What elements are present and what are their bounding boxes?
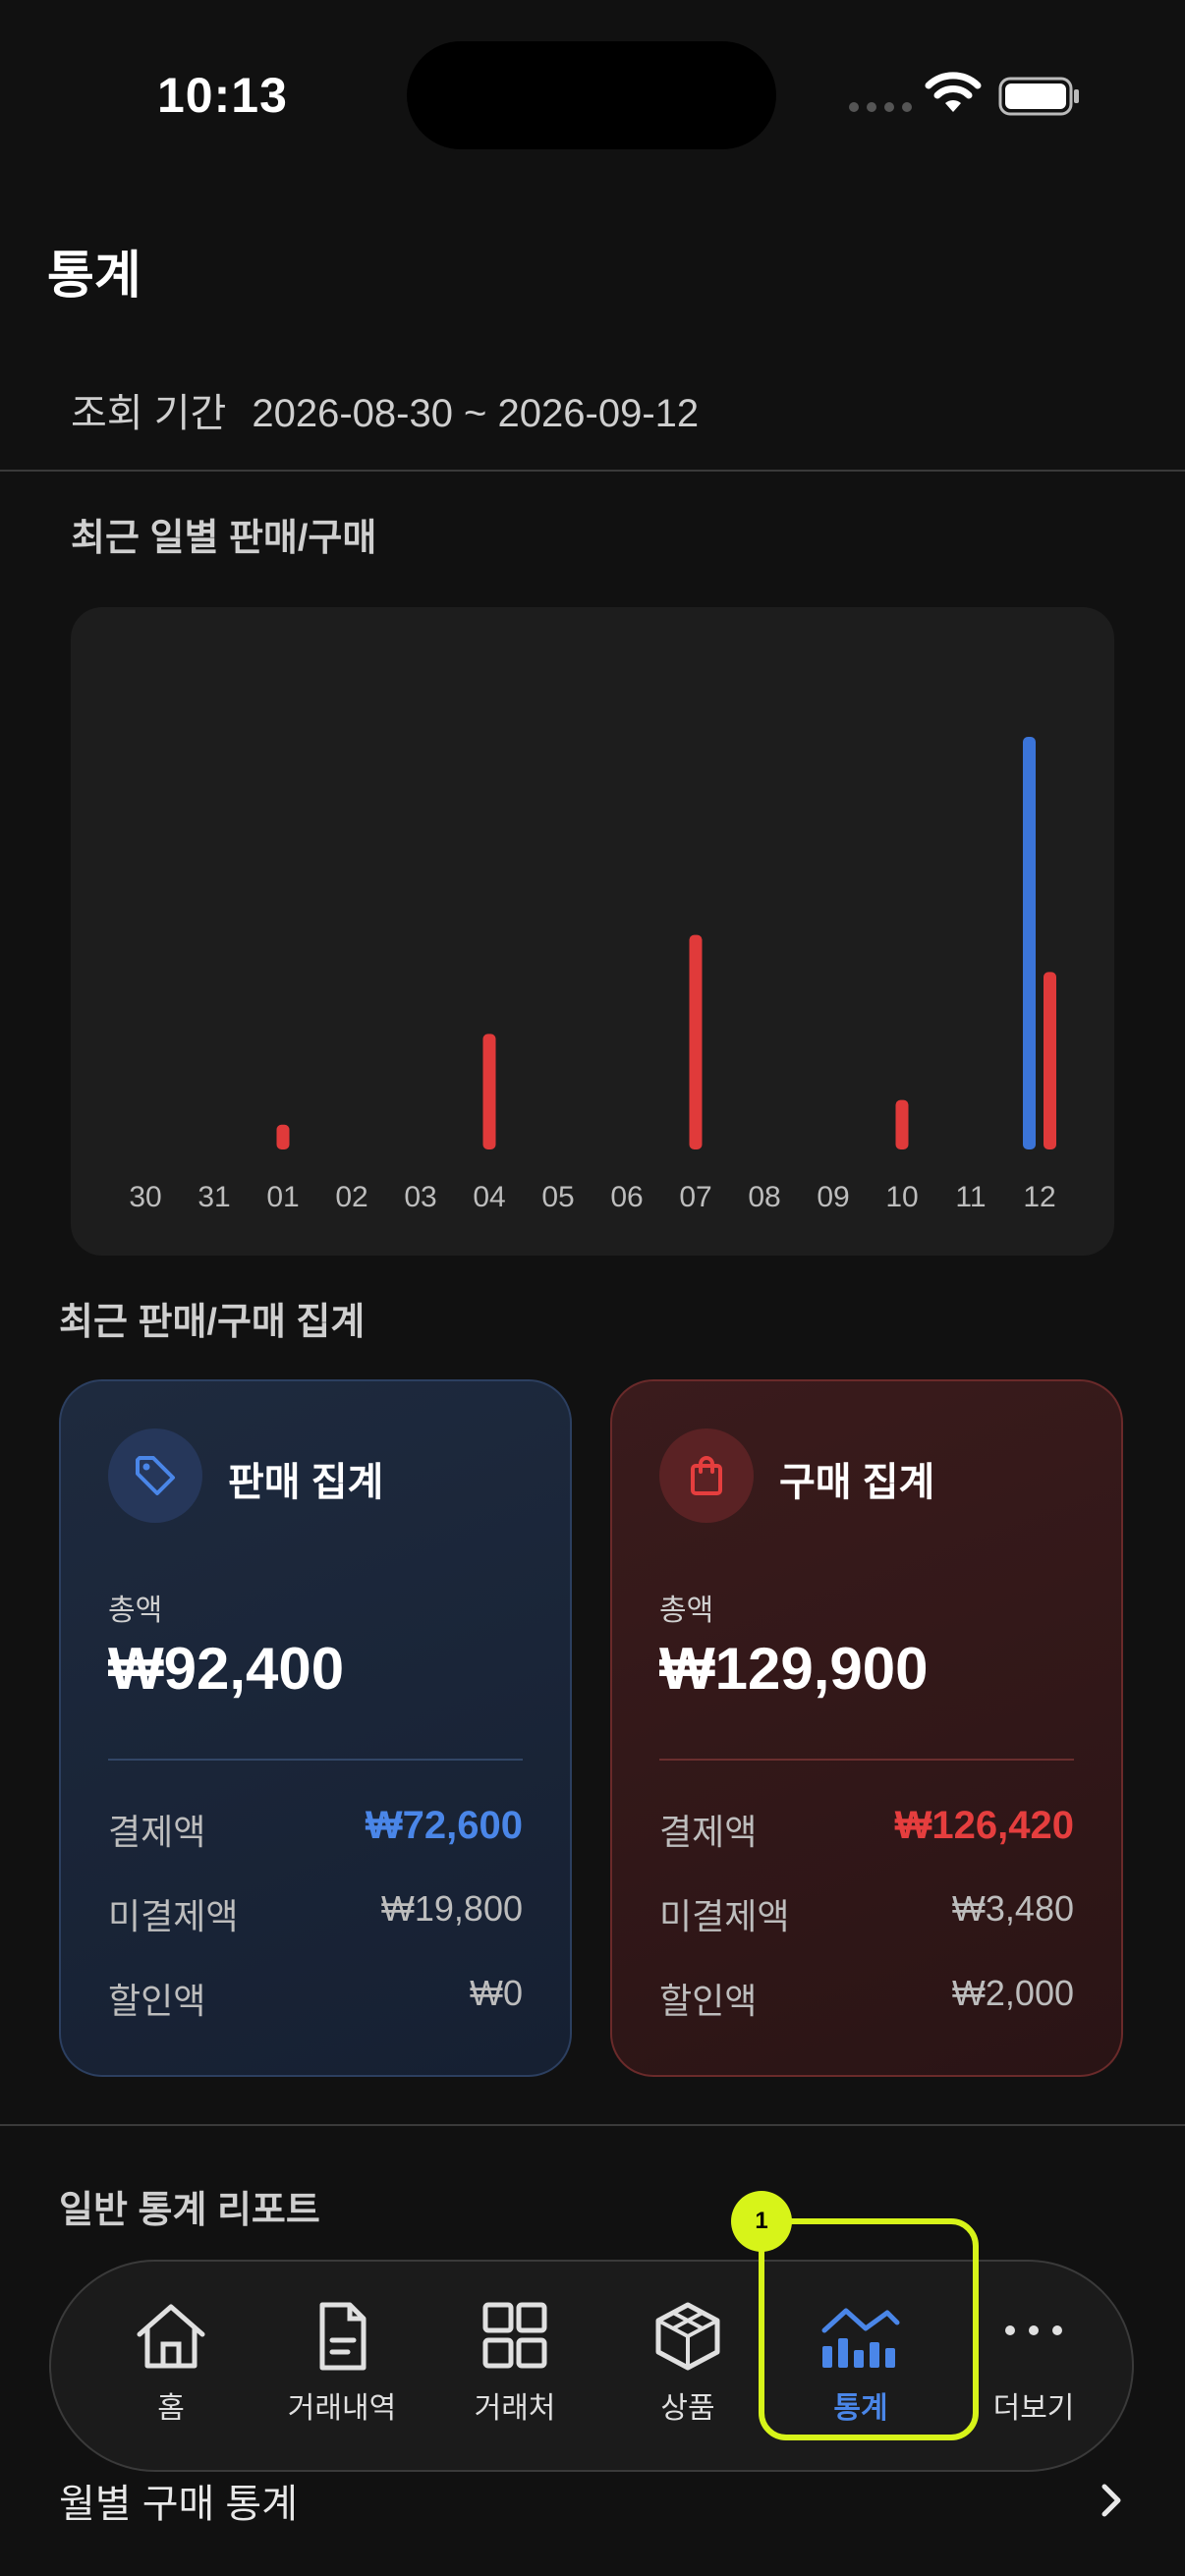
tab-history[interactable]: 거래내역 (263, 2301, 421, 2427)
dynamic-island (407, 41, 776, 149)
period-selector[interactable]: 조회 기간 2026-08-30 ~ 2026-09-12 (71, 381, 699, 438)
buy-card-title: 구매 집계 (779, 1461, 935, 1504)
bar-purchase (689, 934, 703, 1149)
x-tick-label: 04 (473, 1181, 505, 1213)
daily-bar-chart: 30 31 01 02 03 04 05 06 07 08 09 10 11 12 (129, 737, 1056, 1213)
sale-total-label: 총액 (108, 1595, 163, 1627)
sale-paid-value: ₩72,600 (365, 1804, 523, 1847)
sale-card-title: 판매 집계 (228, 1461, 384, 1504)
monthly-purchase-report-item[interactable]: 월별 구매 통계 (59, 2472, 1126, 2529)
buy-paid-value: ₩126,420 (894, 1804, 1074, 1847)
buy-unpaid-value: ₩3,480 (951, 1888, 1074, 1929)
sale-discount-row: 할인액 ₩0 (108, 1973, 523, 2024)
chevron-right-icon (1101, 2484, 1121, 2517)
sale-total: ₩92,400 (108, 1636, 345, 1702)
tab-more-label: 더보기 (992, 2392, 1075, 2425)
x-tick-label: 02 (335, 1181, 367, 1213)
sale-unpaid-row: 미결제액 ₩19,800 (108, 1888, 523, 1939)
cube-icon (655, 2302, 720, 2371)
document-icon (319, 2302, 367, 2371)
tab-partners-label: 거래처 (474, 2392, 556, 2425)
tab-partners[interactable]: 거래처 (436, 2301, 593, 2427)
buy-paid-label: 결제액 (659, 1812, 758, 1852)
x-tick-label: 06 (610, 1181, 643, 1213)
report-section-title: 일반 통계 리포트 (59, 2190, 320, 2231)
x-tick-label: 31 (198, 1181, 230, 1213)
bar-sales (1023, 737, 1036, 1149)
status-time: 10:13 (157, 68, 288, 123)
divider (659, 1759, 1074, 1761)
tab-more[interactable]: 더보기 (955, 2301, 1112, 2427)
buy-unpaid-label: 미결제액 (659, 1896, 790, 1936)
bag-icon-wrap (659, 1428, 754, 1523)
daily-chart-card: 30 31 01 02 03 04 05 06 07 08 09 10 11 12 (71, 607, 1114, 1256)
x-tick-label: 09 (817, 1181, 849, 1213)
x-tick-label: 30 (129, 1181, 161, 1213)
sale-summary-card[interactable]: 판매 집계 총액 ₩92,400 결제액 ₩72,600 미결제액 ₩19,80… (59, 1379, 572, 2077)
annotation-badge: 1 (731, 2191, 792, 2252)
page-title: 통계 (47, 248, 141, 305)
purchase-summary-card[interactable]: 구매 집계 총액 ₩129,900 결제액 ₩126,420 미결제액 ₩3,4… (610, 1379, 1123, 2077)
x-tick-label: 12 (1023, 1181, 1055, 1213)
period-label: 조회 기간 (71, 392, 227, 435)
grid-icon (482, 2302, 547, 2369)
sale-discount-value: ₩0 (470, 1973, 523, 2013)
shopping-bag-icon (691, 1456, 722, 1495)
tab-history-label: 거래내역 (287, 2392, 397, 2425)
divider (0, 470, 1185, 472)
buy-total-label: 총액 (659, 1595, 714, 1627)
x-tick-label: 10 (885, 1181, 918, 1213)
cellular-signal-icon (849, 102, 912, 112)
divider (108, 1759, 523, 1761)
sale-discount-label: 할인액 (108, 1981, 206, 2021)
x-tick-label: 03 (404, 1181, 436, 1213)
x-tick-label: 11 (955, 1181, 986, 1213)
buy-total: ₩129,900 (659, 1636, 929, 1702)
bar-purchase (482, 1034, 496, 1149)
bar-purchase (895, 1099, 909, 1149)
buy-discount-row: 할인액 ₩2,000 (659, 1973, 1074, 2024)
tag-icon-wrap (108, 1428, 202, 1523)
battery-icon (998, 77, 1079, 116)
tag-icon (136, 1456, 175, 1495)
buy-paid-row: 결제액 ₩126,420 (659, 1804, 1074, 1855)
annotation-highlight (759, 2218, 979, 2440)
x-tick-label: 01 (266, 1181, 299, 1213)
tab-products-label: 상품 (660, 2392, 715, 2425)
sale-paid-label: 결제액 (108, 1812, 206, 1852)
tab-products[interactable]: 상품 (609, 2301, 766, 2427)
home-icon (137, 2304, 205, 2369)
tab-home[interactable]: 홈 (92, 2301, 250, 2427)
daily-section-title: 최근 일별 판매/구매 (71, 518, 377, 559)
buy-discount-label: 할인액 (659, 1981, 758, 2021)
x-tick-label: 05 (541, 1181, 574, 1213)
divider (0, 2124, 1185, 2126)
bar-purchase (276, 1124, 290, 1149)
buy-discount-value: ₩2,000 (951, 1973, 1074, 2013)
tab-home-label: 홈 (157, 2392, 185, 2425)
wifi-icon (925, 72, 982, 112)
bar-purchase (1044, 972, 1056, 1149)
more-dots-icon (1005, 2325, 1062, 2335)
sale-paid-row: 결제액 ₩72,600 (108, 1804, 523, 1855)
x-tick-label: 07 (679, 1181, 711, 1213)
period-value: 2026-08-30 ~ 2026-09-12 (252, 392, 700, 435)
monthly-purchase-label: 월별 구매 통계 (59, 2483, 299, 2526)
buy-unpaid-row: 미결제액 ₩3,480 (659, 1888, 1074, 1939)
sale-unpaid-value: ₩19,800 (380, 1888, 523, 1929)
sale-unpaid-label: 미결제액 (108, 1896, 239, 1936)
x-tick-label: 08 (748, 1181, 780, 1213)
summary-section-title: 최근 판매/구매 집계 (59, 1302, 366, 1343)
